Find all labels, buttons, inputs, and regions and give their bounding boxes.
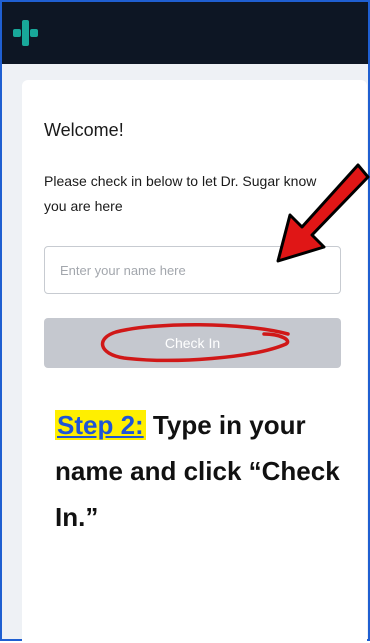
annotation-circle-icon bbox=[101, 323, 290, 363]
medical-cross-icon bbox=[13, 20, 38, 46]
annotation-arrow-icon bbox=[276, 163, 370, 263]
step-label: Step 2: bbox=[55, 410, 146, 440]
app-frame: Welcome! Please check in below to let Dr… bbox=[0, 0, 370, 643]
welcome-title: Welcome! bbox=[44, 120, 124, 140]
top-bar bbox=[2, 2, 368, 64]
step-instruction: Step 2: Type in your name and click “Che… bbox=[55, 402, 355, 540]
